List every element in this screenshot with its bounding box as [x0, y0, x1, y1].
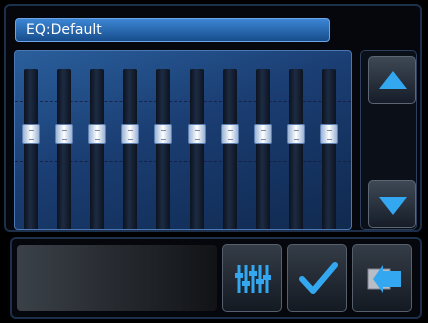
eq-slider-thumb[interactable]: [88, 124, 107, 144]
eq-slider[interactable]: [286, 69, 305, 229]
equalizer-panel: 601703106001K3K6K12K14K16K: [14, 50, 352, 230]
eq-slider-thumb[interactable]: [55, 124, 74, 144]
eq-slider[interactable]: [121, 69, 140, 229]
scroll-up-button[interactable]: [368, 56, 416, 104]
eq-slider[interactable]: [154, 69, 173, 229]
eq-preset-title-bar: EQ:Default: [15, 18, 330, 42]
eq-slider-track[interactable]: [255, 69, 270, 229]
eq-slider-track[interactable]: [123, 69, 138, 229]
eq-slider-track[interactable]: [57, 69, 72, 229]
eq-slider[interactable]: [253, 69, 272, 229]
arrow-down-icon: [379, 197, 407, 215]
eq-preset-title: EQ:Default: [26, 22, 102, 38]
bottom-info-area: [17, 245, 217, 311]
back-arrow-icon: [367, 265, 401, 293]
eq-slider-thumb[interactable]: [319, 124, 338, 144]
back-button[interactable]: [352, 244, 412, 312]
equalizer-icon: [235, 265, 271, 293]
eq-slider-track[interactable]: [156, 69, 171, 229]
arrow-up-icon: [379, 71, 407, 89]
eq-slider-thumb[interactable]: [22, 124, 40, 144]
eq-slider[interactable]: [22, 69, 40, 229]
eq-slider[interactable]: [187, 69, 206, 229]
eq-slider-thumb[interactable]: [154, 124, 173, 144]
checkmark-icon: [299, 262, 338, 294]
eq-slider-thumb[interactable]: [286, 124, 305, 144]
eq-slider-track[interactable]: [222, 69, 237, 229]
eq-slider-track[interactable]: [288, 69, 303, 229]
eq-slider[interactable]: [319, 69, 338, 229]
eq-slider-track[interactable]: [321, 69, 336, 229]
eq-slider[interactable]: [55, 69, 74, 229]
equalizer-button[interactable]: [222, 244, 282, 312]
eq-slider-thumb[interactable]: [253, 124, 272, 144]
eq-slider-thumb[interactable]: [121, 124, 140, 144]
eq-slider[interactable]: [220, 69, 239, 229]
eq-slider-thumb[interactable]: [220, 124, 239, 144]
eq-slider-track[interactable]: [189, 69, 204, 229]
confirm-button[interactable]: [287, 244, 347, 312]
eq-slider-thumb[interactable]: [187, 124, 206, 144]
eq-slider[interactable]: [88, 69, 107, 229]
eq-slider-track[interactable]: [24, 69, 38, 229]
scroll-down-button[interactable]: [368, 180, 416, 228]
eq-slider-track[interactable]: [90, 69, 105, 229]
